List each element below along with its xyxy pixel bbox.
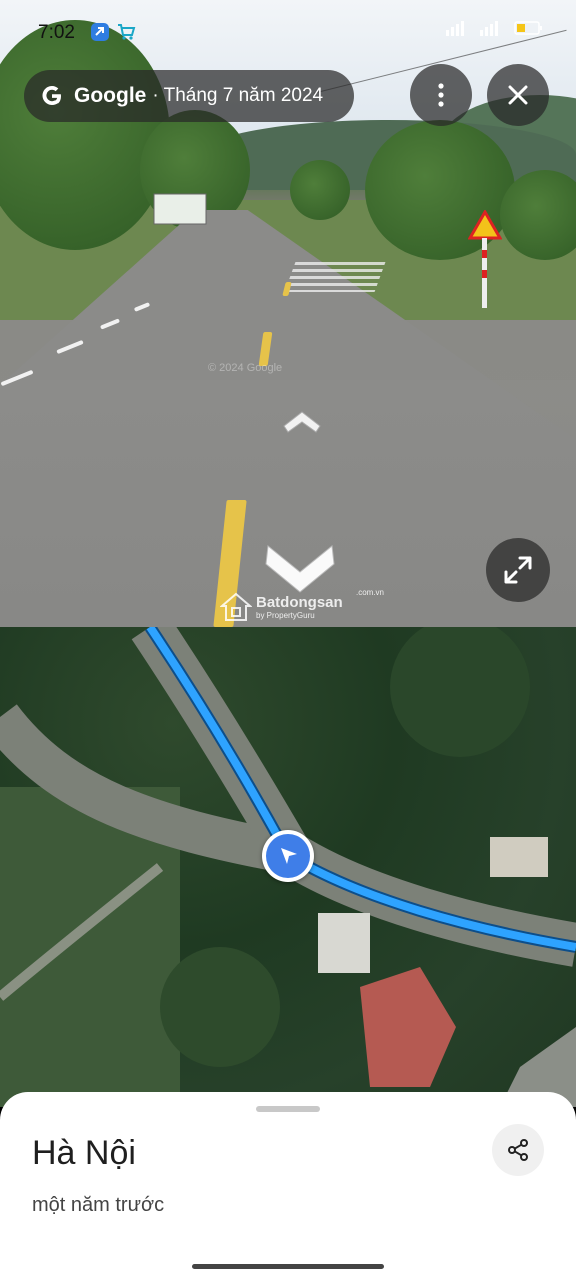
watermark-domain: .com.vn [356,588,385,597]
capture-age-label: một năm trước [32,1194,165,1216]
watermark-sub: by PropertyGuru [256,611,315,620]
navigate-back-arrow[interactable] [264,538,336,594]
roadside-billboard [153,193,207,225]
expand-button[interactable] [486,538,550,602]
expand-icon [504,556,532,584]
google-logo-icon [42,86,61,105]
more-vert-icon [438,83,444,107]
warning-sign [468,210,502,308]
share-icon [508,1139,528,1161]
google-brand-label: Google [74,84,147,107]
signal-icon [480,21,498,36]
sheet-drag-handle[interactable] [256,1106,320,1112]
current-location-marker[interactable] [262,830,314,882]
signal-icon [446,21,464,36]
place-title: Hà Nội [32,1134,136,1172]
status-time: 7:02 [38,22,75,43]
close-button[interactable] [487,64,549,126]
status-bar: 7:02 [0,0,576,64]
notification-icons [90,22,136,42]
batdongsan-logo-icon [220,592,252,621]
watermark-brand: Batdongsan [256,594,343,611]
location-marker-fill [266,834,310,878]
more-options-button[interactable] [410,64,472,126]
navigate-forward-arrow[interactable] [282,410,322,434]
shopping-cart-icon [118,24,136,40]
street-view-info-pill[interactable]: Google · Tháng 7 năm 2024 [24,70,354,122]
place-bottom-sheet[interactable]: Hà Nội một năm trước [0,1092,576,1280]
share-button[interactable] [492,1124,544,1176]
street-view-copyright: © 2024 Google [208,362,283,374]
batdongsan-watermark: Batdongsan by PropertyGuru .com.vn [220,588,384,622]
app-notification-icon [91,23,109,41]
system-status-icons [446,20,544,36]
gesture-bar[interactable] [192,1264,384,1269]
battery-icon [514,21,542,35]
close-icon [508,85,528,105]
navigation-arrow-icon [281,848,297,864]
capture-date-label: · Tháng 7 năm 2024 [152,85,324,106]
crosswalk-markings [284,262,386,292]
